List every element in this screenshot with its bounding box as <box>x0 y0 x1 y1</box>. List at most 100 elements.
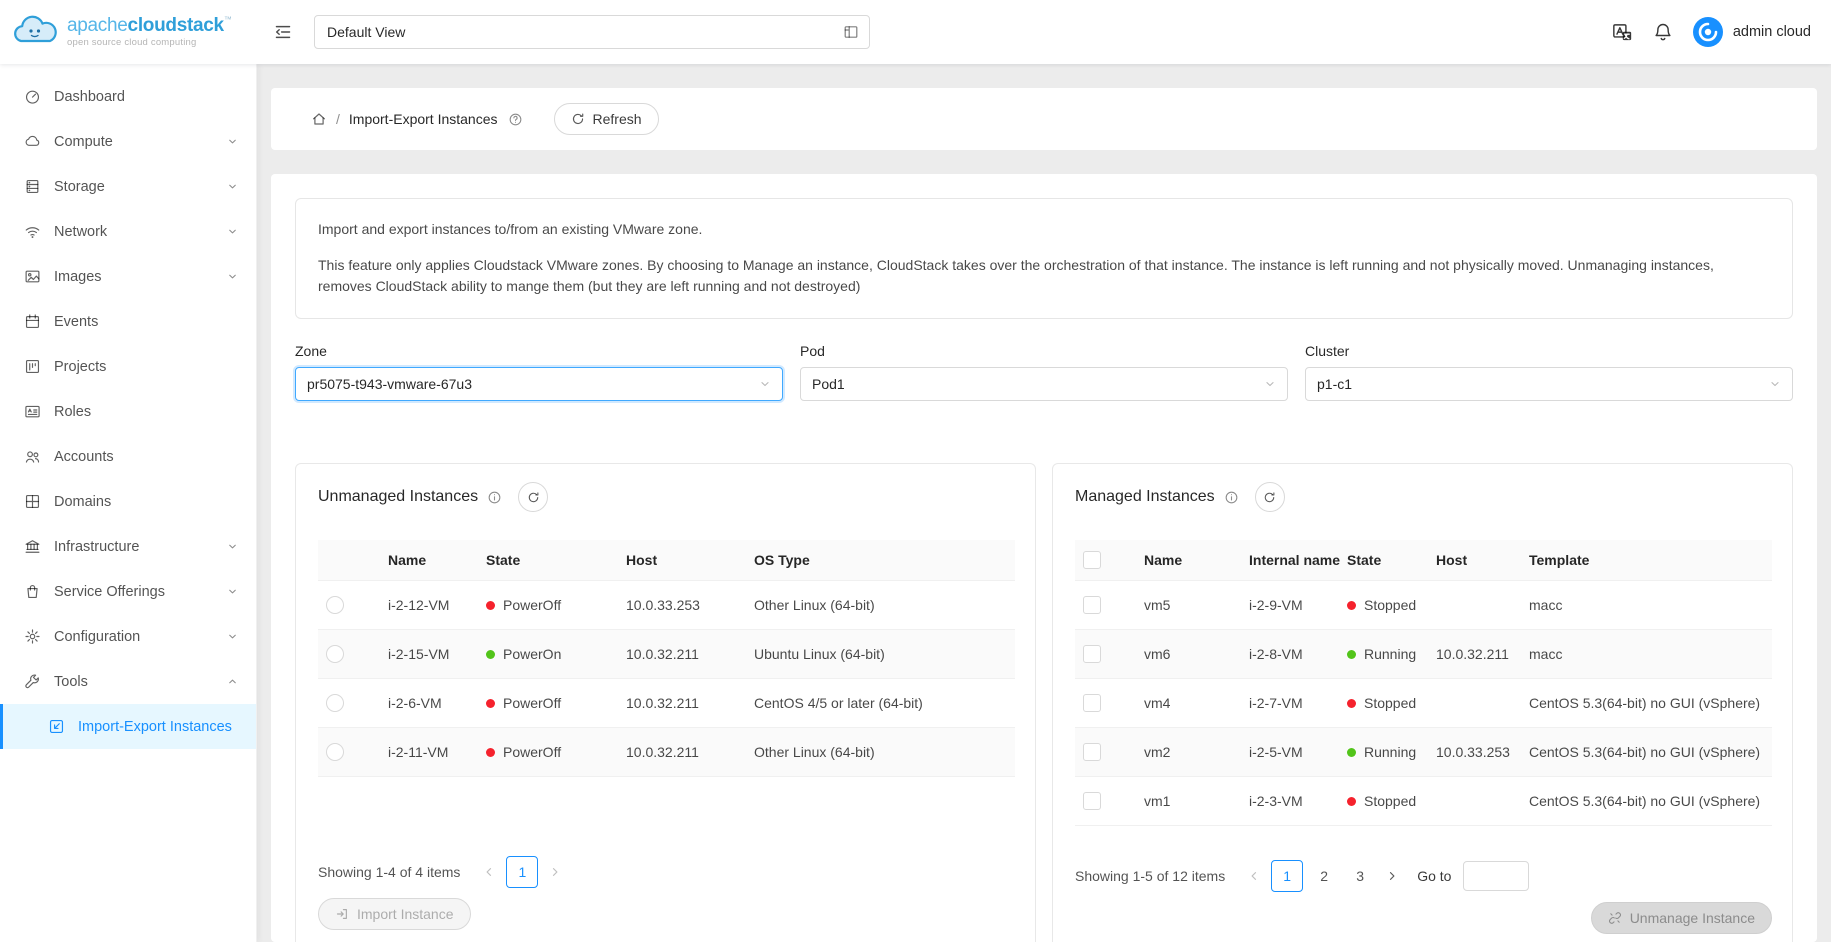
cell-host: 10.0.32.211 <box>1436 630 1529 679</box>
cloudstack-logo[interactable]: apachecloudstack™ open source cloud comp… <box>0 13 262 52</box>
sidebar-item-network[interactable]: Network <box>0 209 256 254</box>
page-number-button[interactable]: 1 <box>506 856 538 888</box>
sidebar-item-events[interactable]: Events <box>0 299 256 344</box>
sidebar-item-projects[interactable]: Projects <box>0 344 256 389</box>
cell-name: i-2-12-VM <box>388 581 486 630</box>
sidebar-item-label: Network <box>54 224 107 240</box>
team-icon <box>24 448 41 465</box>
goto-page-input[interactable] <box>1463 861 1529 891</box>
status-dot <box>1347 797 1356 806</box>
unmanaged-refresh-button[interactable] <box>518 482 548 512</box>
next-page-icon[interactable] <box>544 866 566 878</box>
import-export-card: Import and export instances to/from an e… <box>271 174 1817 942</box>
radio-button[interactable] <box>326 694 344 712</box>
next-page-icon[interactable] <box>1381 870 1403 882</box>
sidebar-item-images[interactable]: Images <box>0 254 256 299</box>
user-avatar[interactable] <box>1693 17 1723 47</box>
bell-icon[interactable] <box>1653 22 1673 42</box>
table-row[interactable]: vm2 i-2-5-VM Running 10.0.33.253 CentOS … <box>1075 728 1772 777</box>
select-all-checkbox[interactable] <box>1083 551 1101 569</box>
row-checkbox[interactable] <box>1083 694 1101 712</box>
app-root: apachecloudstack™ open source cloud comp… <box>0 0 1831 942</box>
unmanage-instance-button[interactable]: Unmanage Instance <box>1591 902 1772 934</box>
table-row[interactable]: i-2-6-VM PowerOff 10.0.32.211 CentOS 4/5… <box>318 679 1015 728</box>
pod-select[interactable]: Pod1 <box>800 367 1288 401</box>
chevron-up-icon <box>227 676 238 687</box>
chevron-down-icon <box>227 586 238 597</box>
row-checkbox[interactable] <box>1083 596 1101 614</box>
page-number-button[interactable]: 3 <box>1345 861 1375 891</box>
cluster-select[interactable]: p1-c1 <box>1305 367 1793 401</box>
column-header-os-type: OS Type <box>754 540 1015 581</box>
translate-icon[interactable] <box>1612 22 1633 43</box>
question-circle-icon[interactable] <box>508 112 523 127</box>
sidebar-item-configuration[interactable]: Configuration <box>0 614 256 659</box>
select-all-column-header <box>1075 540 1144 581</box>
sidebar-item-dashboard[interactable]: Dashboard <box>0 74 256 119</box>
status-text: Running <box>1364 646 1416 662</box>
sidebar-item-tools[interactable]: Tools <box>0 659 256 704</box>
radio-button[interactable] <box>326 645 344 663</box>
row-checkbox[interactable] <box>1083 792 1101 810</box>
sidebar-item-storage[interactable]: Storage <box>0 164 256 209</box>
top-header: apachecloudstack™ open source cloud comp… <box>0 0 1831 64</box>
zone-select-value: pr5075-t943-vmware-67u3 <box>307 376 472 392</box>
sidebar-item-service-offerings[interactable]: Service Offerings <box>0 569 256 614</box>
sidebar-item-accounts[interactable]: Accounts <box>0 434 256 479</box>
sidebar-item-import-export-instances[interactable]: Import-Export Instances <box>0 704 256 749</box>
managed-refresh-button[interactable] <box>1255 482 1285 512</box>
page-number-button[interactable]: 1 <box>1271 860 1303 892</box>
cell-state: Stopped <box>1347 679 1436 728</box>
logo-tagline: open source cloud computing <box>67 37 232 48</box>
status-text: PowerOff <box>503 744 561 760</box>
status-text: PowerOff <box>503 695 561 711</box>
info-circle-icon[interactable] <box>487 490 502 505</box>
chevron-down-icon <box>1769 378 1781 390</box>
table-row[interactable]: vm6 i-2-8-VM Running 10.0.32.211 macc <box>1075 630 1772 679</box>
sidebar-item-label: Domains <box>54 494 111 510</box>
cell-name: i-2-15-VM <box>388 630 486 679</box>
wifi-icon <box>24 223 41 240</box>
sidebar-item-label: Storage <box>54 179 105 195</box>
cell-select <box>1075 581 1144 630</box>
sidebar-item-domains[interactable]: Domains <box>0 479 256 524</box>
table-row[interactable]: i-2-15-VM PowerOn 10.0.32.211 Ubuntu Lin… <box>318 630 1015 679</box>
calendar-icon <box>24 313 41 330</box>
radio-button[interactable] <box>326 596 344 614</box>
zone-select[interactable]: pr5075-t943-vmware-67u3 <box>295 367 783 401</box>
home-icon[interactable] <box>311 111 327 127</box>
pagination-summary: Showing 1-5 of 12 items <box>1075 868 1225 884</box>
radio-button[interactable] <box>326 743 344 761</box>
table-row[interactable]: vm4 i-2-7-VM Stopped CentOS 5.3(64-bit) … <box>1075 679 1772 728</box>
page-number-button[interactable]: 2 <box>1309 861 1339 891</box>
prev-page-icon[interactable] <box>1243 870 1265 882</box>
sidebar-item-compute[interactable]: Compute <box>0 119 256 164</box>
view-select[interactable]: Default View <box>314 15 870 49</box>
refresh-button[interactable]: Refresh <box>554 103 659 135</box>
cell-select <box>318 728 388 777</box>
user-name[interactable]: admin cloud <box>1733 24 1811 40</box>
sidebar-item-label: Projects <box>54 359 106 375</box>
menu-fold-icon[interactable] <box>274 23 292 41</box>
row-checkbox[interactable] <box>1083 645 1101 663</box>
table-row[interactable]: i-2-12-VM PowerOff 10.0.33.253 Other Lin… <box>318 581 1015 630</box>
column-header-state: State <box>486 540 626 581</box>
sidebar-item-label: Accounts <box>54 449 114 465</box>
table-row[interactable]: vm1 i-2-3-VM Stopped CentOS 5.3(64-bit) … <box>1075 777 1772 826</box>
status-dot <box>1347 601 1356 610</box>
info-circle-icon[interactable] <box>1224 490 1239 505</box>
sidebar-item-label: Events <box>54 314 98 330</box>
column-header-name: Name <box>1144 540 1249 581</box>
cell-template: CentOS 5.3(64-bit) no GUI (vSphere) <box>1529 777 1772 826</box>
status-text: PowerOn <box>503 646 561 662</box>
row-checkbox[interactable] <box>1083 743 1101 761</box>
chevron-down-icon <box>227 541 238 552</box>
table-row[interactable]: vm5 i-2-9-VM Stopped macc <box>1075 581 1772 630</box>
sidebar-item-infrastructure[interactable]: Infrastructure <box>0 524 256 569</box>
sidebar-item-roles[interactable]: Roles <box>0 389 256 434</box>
table-row[interactable]: i-2-11-VM PowerOff 10.0.32.211 Other Lin… <box>318 728 1015 777</box>
sidebar: Dashboard Compute Storage <box>0 64 257 942</box>
prev-page-icon[interactable] <box>478 866 500 878</box>
status-dot <box>1347 699 1356 708</box>
import-instance-button[interactable]: Import Instance <box>318 898 471 930</box>
